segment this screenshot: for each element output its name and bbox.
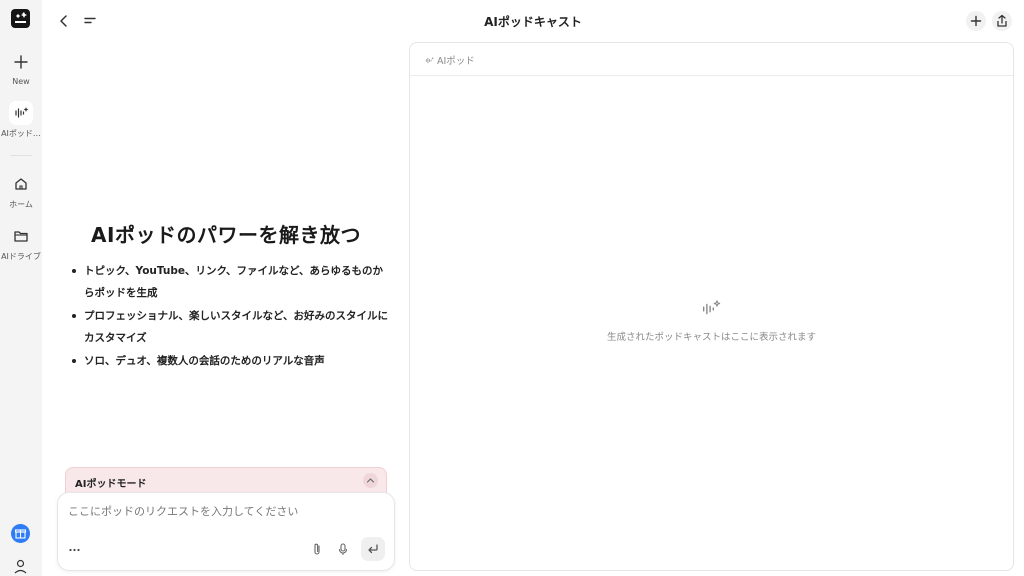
plus-icon [970, 15, 982, 27]
prompt-box [57, 492, 395, 571]
page-title: AIポッドキャスト [484, 15, 582, 29]
sidebar-item-label: ホーム [9, 200, 33, 209]
empty-state-text: 生成されたポッドキャストはここに表示されます [606, 332, 816, 343]
enter-arrow-icon [368, 544, 378, 554]
sidebar-item-label: AIドライブ [1, 252, 41, 261]
sidebar: New AIポッド… ホーム AIドライブ [0, 0, 42, 576]
more-dots-icon [69, 548, 80, 552]
paperclip-icon [314, 543, 320, 555]
collapse-mode-button[interactable] [363, 473, 378, 488]
main-panel: AIポッドキャスト AIポッドのパワーを解き放つ トピック、YouTube、リン… [42, 0, 1024, 576]
app-window: New AIポッド… ホーム AIドライブ AIポッドキャスト AIポッドのパワ… [0, 0, 1024, 576]
list-item: トピック、YouTube、リンク、ファイルなど、あらゆるものからポッドを生成 [70, 260, 392, 304]
sidebar-item-label: AIポッド… [1, 129, 41, 138]
send-button[interactable] [361, 537, 385, 561]
sidebar-item-new[interactable]: New [0, 50, 42, 86]
sidebar-divider [10, 155, 32, 156]
panel-header: AIポッド [410, 43, 1013, 76]
add-button[interactable] [966, 11, 986, 31]
attach-button[interactable] [309, 541, 325, 557]
tab-ai-pod[interactable]: AIポッド [424, 53, 475, 67]
prompt-input[interactable] [68, 502, 378, 520]
microphone-icon [338, 543, 348, 556]
sound-wave-sparkle-icon [702, 300, 721, 315]
gift-icon[interactable] [11, 524, 30, 543]
list-item: ソロ、デュオ、複数人の会話のためのリアルな音声 [70, 350, 392, 372]
sidebar-item-ai-drive[interactable]: AIドライブ [0, 224, 42, 262]
list-item: プロフェッショナル、楽しいスタイルなど、お好みのスタイルにカスタマイズ [70, 305, 392, 349]
sidebar-item-ai-podcast[interactable]: AIポッド… [0, 101, 42, 139]
hero-title: AIポッドのパワーを解き放つ [91, 223, 361, 247]
home-icon [15, 178, 27, 190]
folder-icon [14, 231, 28, 242]
sidebar-item-home[interactable]: ホーム [0, 172, 42, 210]
sidebar-item-label: New [12, 77, 30, 86]
feature-list: トピック、YouTube、リンク、ファイルなど、あらゆるものからポッドを生成 プ… [70, 260, 392, 373]
sound-wave-sparkle-icon [15, 107, 29, 118]
genspark-logo-icon[interactable] [11, 9, 30, 28]
sound-wave-sparkle-icon [425, 56, 435, 64]
chevron-up-icon [366, 478, 375, 483]
podcast-output-panel: AIポッド 生成されたポッドキャストはここに表示されます [409, 42, 1014, 571]
mode-label: AIポッドモード [75, 479, 147, 490]
share-icon [997, 14, 1007, 27]
user-icon[interactable] [11, 557, 30, 576]
top-bar: AIポッドキャスト [42, 0, 1024, 42]
plus-icon [14, 55, 28, 69]
microphone-button[interactable] [335, 541, 351, 557]
share-button[interactable] [992, 11, 1012, 31]
more-options-button[interactable] [67, 541, 83, 557]
tab-label: AIポッド [437, 56, 475, 67]
